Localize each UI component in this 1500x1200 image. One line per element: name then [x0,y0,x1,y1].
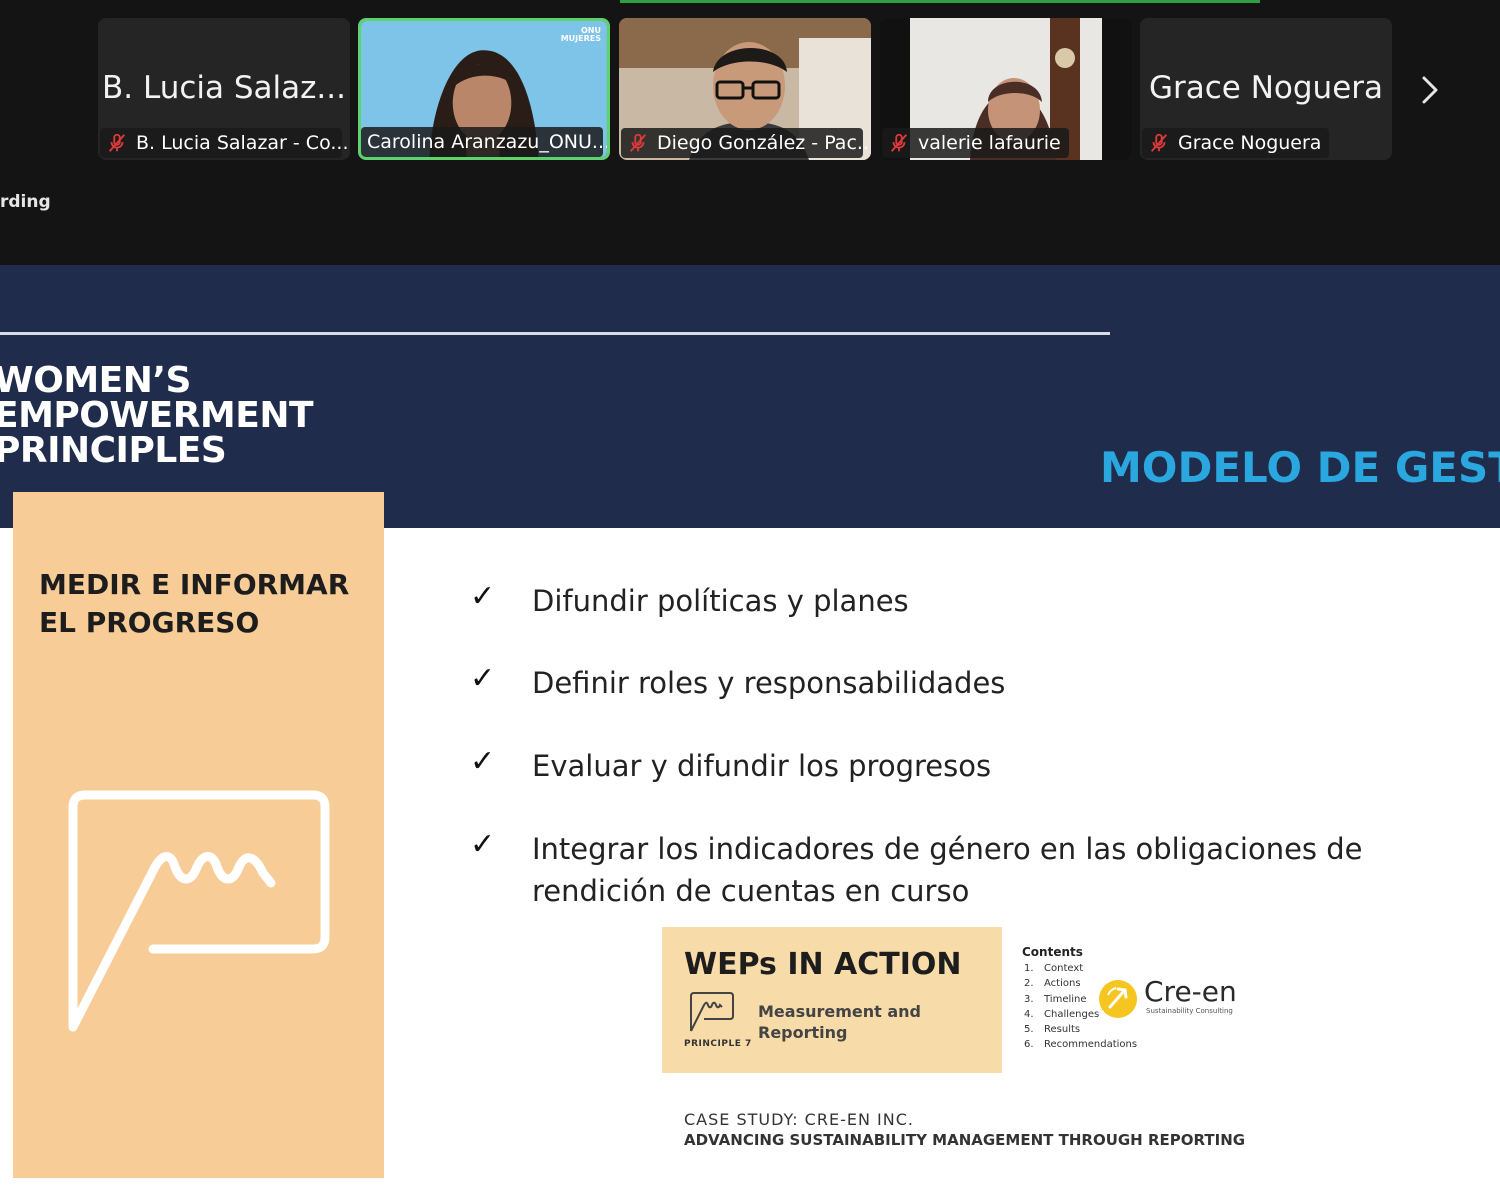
principle-title: MEDIR E INFORMAR EL PROGRESO [39,566,349,642]
participant-name: B. Lucia Salazar - Co... [136,132,349,154]
bullet-text: Difundir políticas y planes [532,584,909,618]
participant-name: Diego González - Pac... [657,132,871,154]
contents-item: 6. Recommendations [1024,1039,1138,1051]
principle-panel: MEDIR E INFORMAR EL PROGRESO [13,492,384,1178]
case-study-subtitle: ADVANCING SUSTAINABILITY MANAGEMENT THRO… [684,1131,1246,1149]
participant-label: Grace Noguera [1142,128,1330,158]
mic-muted-icon [1150,133,1168,152]
active-bar [620,0,1260,3]
participant-tile-lucia[interactable]: B. Lucia Salaz... B. Lucia Salazar - Co.… [98,18,350,160]
video-strip: B. Lucia Salaz... B. Lucia Salazar - Co.… [0,0,1500,265]
checkmark-icon: ✓ [470,579,496,614]
principle-label: PRINCIPLE 7 [684,1039,752,1049]
header-divider [0,332,1110,335]
bullet-text: Integrar los indicadores de género en la… [532,832,1363,908]
participant-tile-grace[interactable]: Grace Noguera Grace Noguera [1140,18,1392,160]
contents-item: 1. Context [1024,963,1084,974]
bullet-text: Definir roles y responsabilidades [532,666,1006,700]
weps-card-subtitle-line: Reporting [758,1023,848,1042]
participant-name: valerie lafaurie [918,132,1061,154]
mic-muted-icon [108,133,126,152]
participant-display-name: Grace Noguera [1148,70,1384,106]
weps-card-subtitle: Measurement and Reporting [758,1001,921,1043]
weps-card-subtitle-line: Measurement and [758,1002,921,1021]
recording-indicator: rding [0,192,51,212]
principle-title-line: MEDIR E INFORMAR [39,568,350,601]
weps-title-line: WOMEN’S [0,360,191,401]
chevron-right-icon[interactable] [1412,70,1448,110]
participant-label: Carolina Aranzazu_ONU... [361,127,607,157]
principle-title-line: EL PROGRESO [39,606,260,639]
slide-heading: MODELO DE GESTI [1100,443,1500,492]
checkmark-icon: ✓ [470,744,496,779]
bullet-text: Evaluar y difundir los progresos [532,749,992,783]
brand-subtitle: Sustainability Consulting [1146,1007,1233,1015]
participant-label: B. Lucia Salazar - Co... [100,128,348,158]
contents-item: 5. Results [1024,1024,1081,1036]
weps-card-cover: WEPs IN ACTION Measurement and Reporting… [662,927,1002,1073]
weps-in-action-card: WEPs IN ACTION Measurement and Reporting… [662,927,1240,1073]
brand-name: Cre-en [1144,975,1237,1008]
checkmark-icon: ✓ [470,827,496,862]
checkmark-icon: ✓ [470,661,496,696]
participant-label: Diego González - Pac... [621,128,871,158]
participant-name: Grace Noguera [1178,132,1322,154]
weps-logo-title: WOMEN’S EMPOWERMENT PRINCIPLES [0,360,314,471]
contents-title: Contents [1022,945,1083,959]
mic-muted-icon [629,133,647,152]
participant-label: valerie lafaurie [882,128,1069,158]
onu-mujeres-logo: ONU MUJERES [560,26,601,43]
weps-title-line: PRINCIPLES [0,430,227,471]
participant-tile-carolina[interactable]: ONU MUJERES Carolina Aranzazu_ONU... [358,18,610,160]
mic-muted-icon [890,133,908,152]
participant-name: Carolina Aranzazu_ONU... [367,131,610,153]
participant-tile-valerie[interactable]: valerie lafaurie [880,18,1132,160]
weps-card-title: WEPs IN ACTION [684,947,962,982]
participant-display-name: B. Lucia Salaz... [102,70,346,106]
shared-slide: WOMEN’S EMPOWERMENT PRINCIPLES MODELO DE… [0,265,1500,1200]
participant-tile-diego[interactable]: Diego González - Pac... [619,18,871,160]
cre-en-logo-icon [1099,980,1137,1018]
weps-title-line: EMPOWERMENT [0,395,314,436]
weps-card-contents: Contents 1. Context 2. Actions 3. Timeline … [1002,927,1240,1073]
case-study-title: CASE STUDY: CRE-EN INC. [684,1110,914,1129]
chart-measure-icon [68,790,330,1032]
chart-measure-icon [690,992,734,1032]
